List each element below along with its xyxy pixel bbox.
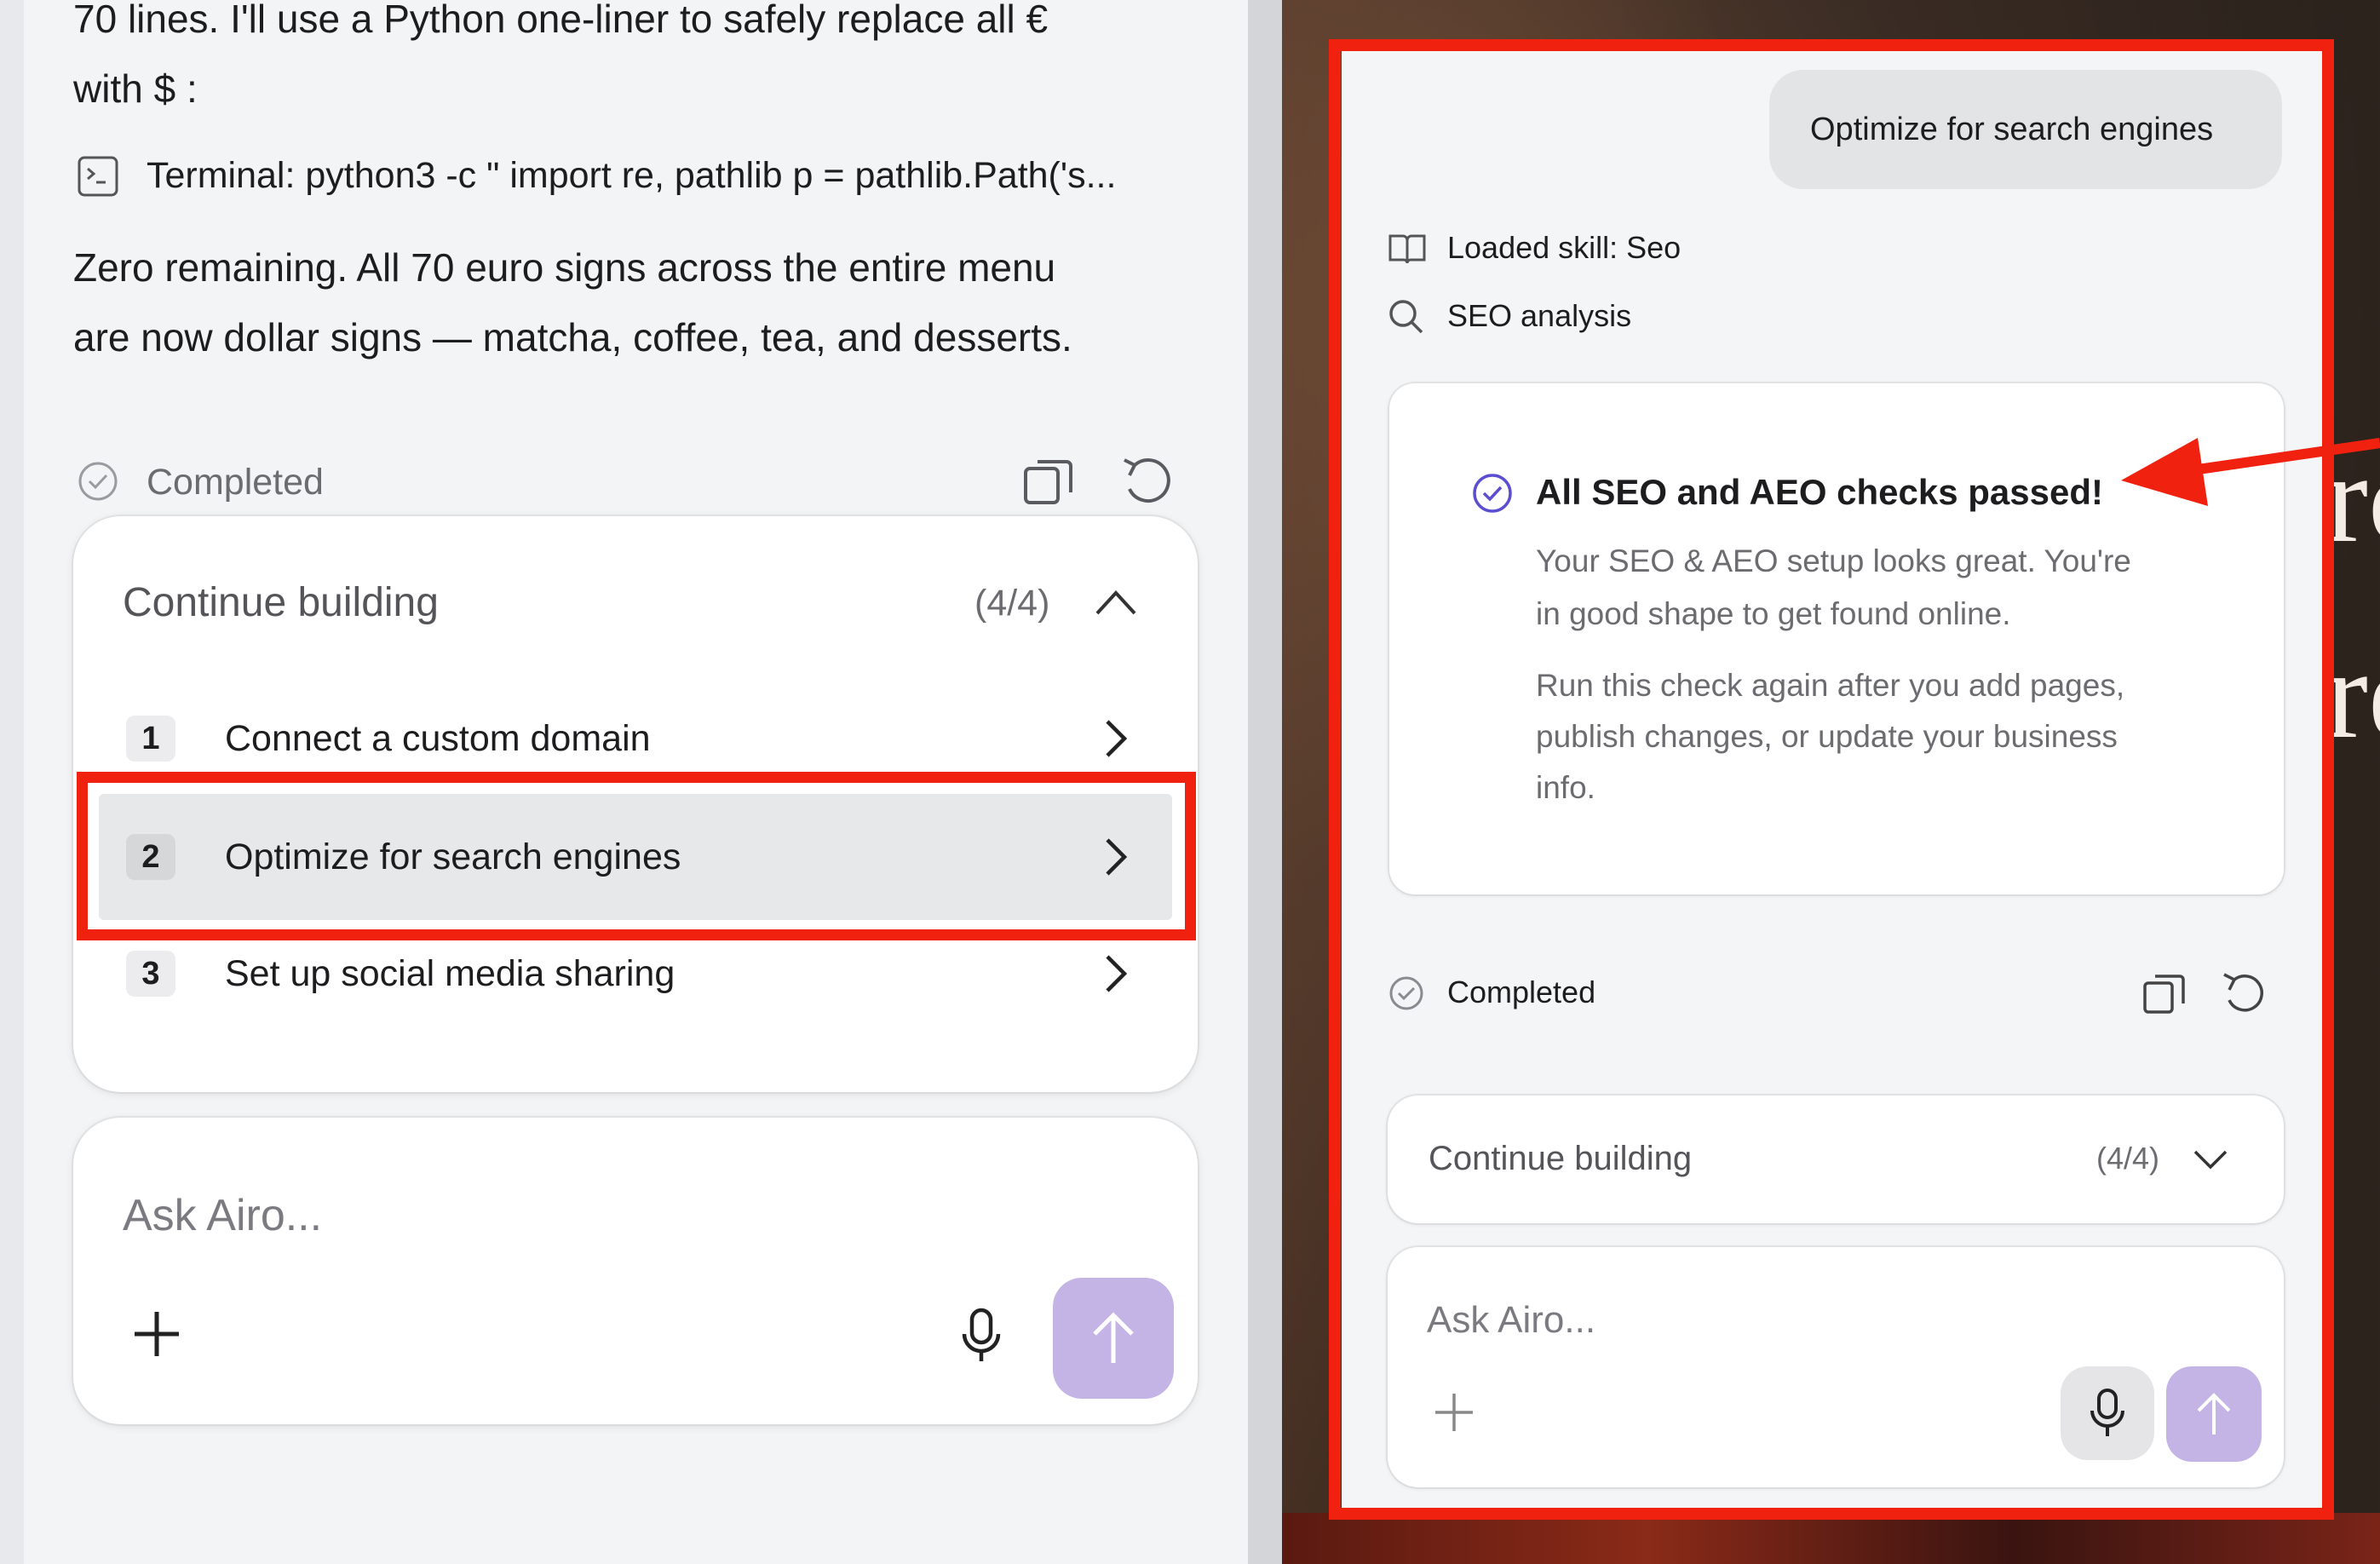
progress-count: (4/4) <box>974 583 1050 624</box>
terminal-command[interactable]: Terminal: python3 -c " import re, pathli… <box>147 150 1116 201</box>
send-button[interactable] <box>1053 1278 1174 1399</box>
list-item-social-sharing[interactable]: 3 Set up social media sharing <box>99 934 1172 1044</box>
chevron-right-icon <box>1106 720 1128 757</box>
chat-input[interactable]: Ask Airo... <box>123 1186 322 1245</box>
item-label: Set up social media sharing <box>225 953 675 994</box>
panel-divider <box>1248 0 1282 1564</box>
message-line-1: 70 lines. I'll use a Python one-liner to… <box>73 0 1049 41</box>
message-line-2: with $ : <box>73 66 198 111</box>
item-number: 3 <box>126 951 175 997</box>
status-completed: Completed <box>147 462 324 503</box>
highlight-box-seo-panel <box>1329 39 2334 1520</box>
annotation-arrow-icon <box>2121 438 2380 506</box>
terminal-icon <box>78 156 118 197</box>
check-circle-icon <box>78 462 118 501</box>
panel-edge <box>0 0 24 1564</box>
copy-icon[interactable] <box>1020 453 1077 509</box>
chevron-up-icon[interactable] <box>1092 581 1140 624</box>
continue-building-title: Continue building <box>123 580 439 625</box>
summary-line-1: Zero remaining. All 70 euro signs across… <box>73 245 1056 290</box>
microphone-icon[interactable] <box>957 1307 1005 1366</box>
retry-icon[interactable] <box>1118 451 1177 511</box>
item-label: Connect a custom domain <box>225 718 651 759</box>
item-number: 1 <box>126 716 175 762</box>
summary-line-2: are now dollar signs — matcha, coffee, t… <box>73 315 1072 359</box>
highlight-box-seo-item <box>77 772 1196 940</box>
chevron-right-icon <box>1106 955 1128 992</box>
arrow-up-icon <box>1093 1312 1134 1363</box>
plus-icon[interactable] <box>129 1307 184 1361</box>
chat-input-card: Ask Airo... <box>73 1118 1198 1424</box>
